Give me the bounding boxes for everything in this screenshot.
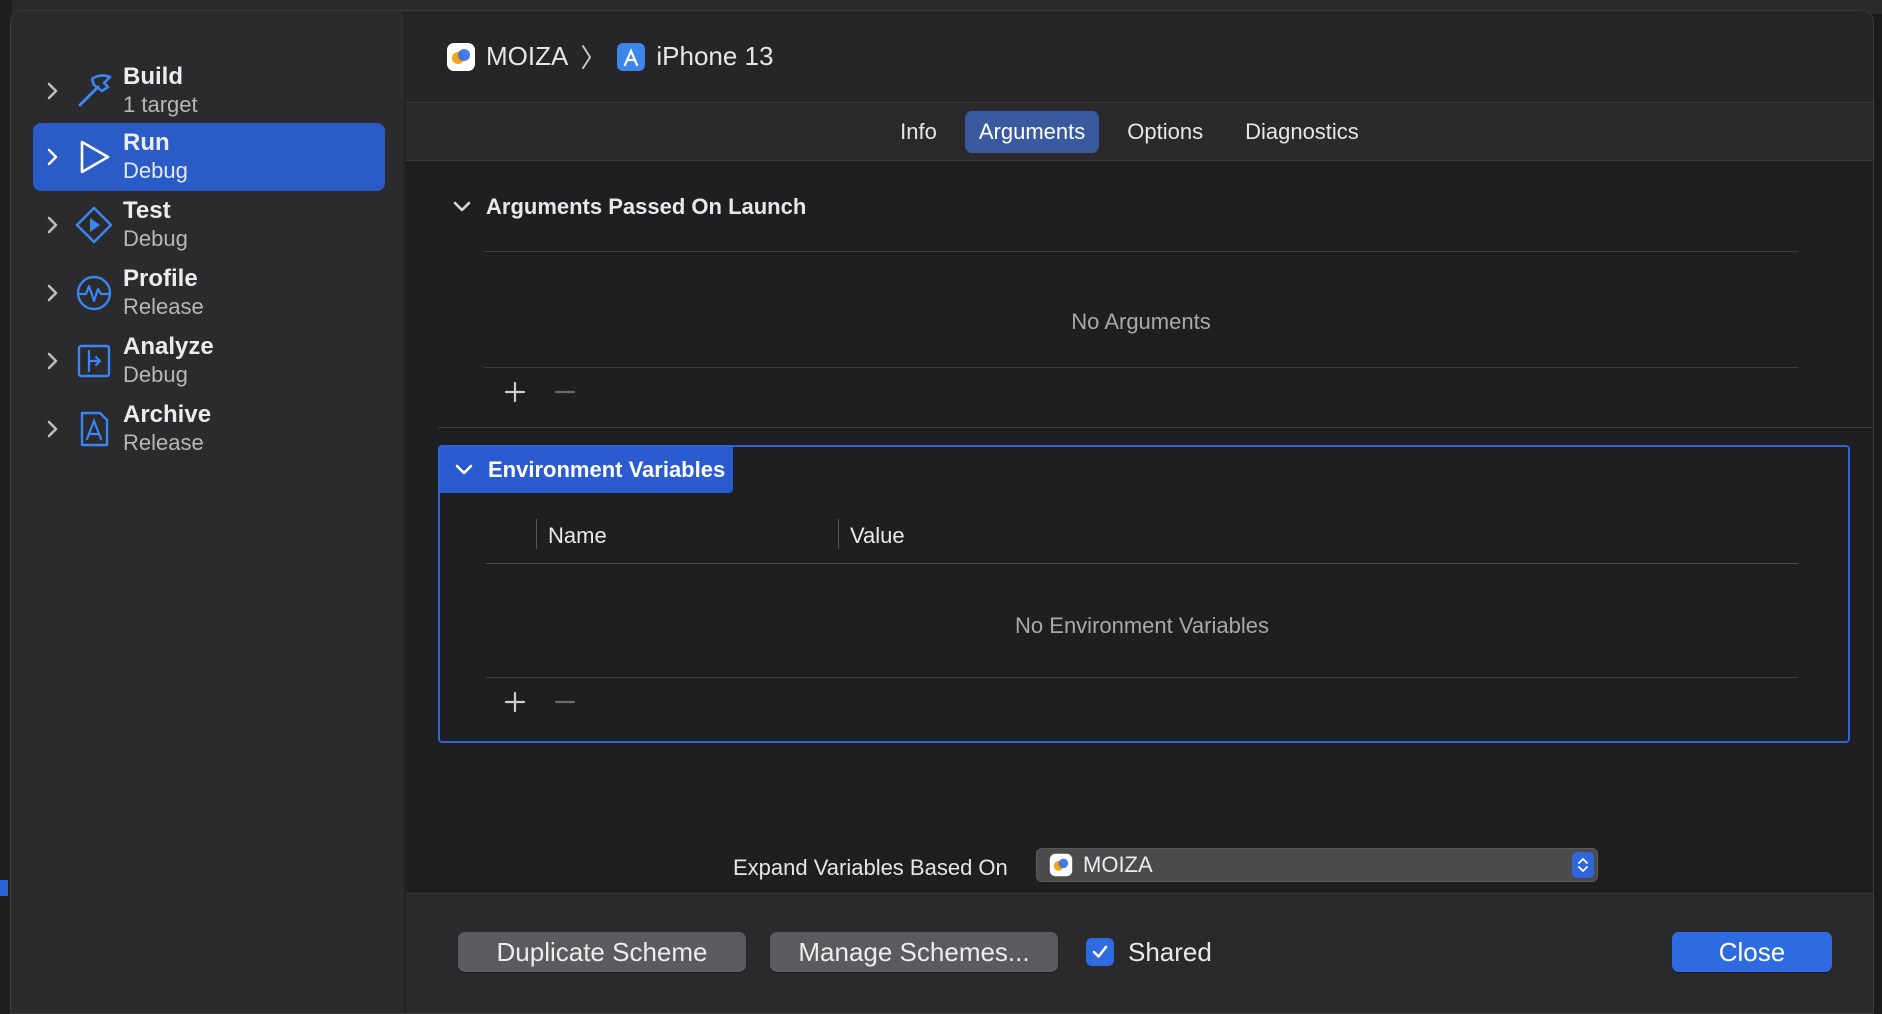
manage-schemes-button[interactable]: Manage Schemes... xyxy=(770,932,1058,972)
shared-checkbox[interactable] xyxy=(1086,938,1114,966)
project-app-icon xyxy=(1049,853,1073,877)
close-button[interactable]: Close xyxy=(1672,932,1832,972)
sidebar-item-subtitle: Debug xyxy=(123,362,188,387)
sidebar-item-title: Analyze xyxy=(123,333,214,360)
divider xyxy=(484,251,1798,252)
scheme-detail-panel: MOIZA 〉 iPhone 13 Info Arguments Options… xyxy=(406,11,1873,1013)
arguments-section-header[interactable]: Arguments Passed On Launch xyxy=(438,184,806,230)
sidebar-item-profile[interactable]: Profile Release xyxy=(33,259,385,327)
sidebar-item-archive[interactable]: Archive Release xyxy=(33,395,385,463)
breadcrumb: MOIZA 〉 iPhone 13 xyxy=(406,11,1873,103)
shared-checkbox-row[interactable]: Shared xyxy=(1086,932,1212,972)
env-section-header[interactable]: Environment Variables xyxy=(440,447,734,493)
divider xyxy=(438,427,1873,428)
remove-argument-button[interactable] xyxy=(550,377,580,407)
sidebar-item-build[interactable]: Build 1 target xyxy=(33,57,385,125)
sidebar-item-title: Build xyxy=(123,63,183,90)
breadcrumb-scheme[interactable]: MOIZA xyxy=(486,41,568,72)
tab-options[interactable]: Options xyxy=(1113,111,1217,153)
breadcrumb-destination[interactable]: iPhone 13 xyxy=(656,41,773,72)
arguments-section-title: Arguments Passed On Launch xyxy=(486,194,807,219)
remove-env-variable-button[interactable] xyxy=(550,687,580,717)
footer-bar: Duplicate Scheme Manage Schemes... Share… xyxy=(406,893,1873,1013)
sidebar-item-run[interactable]: Run Debug xyxy=(33,123,385,191)
sidebar-item-subtitle: 1 target xyxy=(123,92,198,117)
column-divider xyxy=(536,519,537,549)
play-icon xyxy=(73,136,115,178)
project-app-icon xyxy=(446,42,476,72)
add-env-variable-button[interactable] xyxy=(500,687,530,717)
popup-stepper-icon[interactable] xyxy=(1572,852,1594,878)
env-add-remove xyxy=(500,687,580,717)
chevron-right-icon[interactable] xyxy=(33,216,73,234)
divider xyxy=(486,677,1798,678)
sidebar-item-analyze[interactable]: Analyze Debug xyxy=(33,327,385,395)
app-store-icon xyxy=(616,42,646,72)
no-arguments-label: No Arguments xyxy=(1071,309,1211,334)
sidebar-item-test[interactable]: Test Debug xyxy=(33,191,385,259)
chevron-down-icon[interactable] xyxy=(438,201,486,213)
environment-variables-section: Environment Variables Name Value No Envi… xyxy=(438,445,1850,743)
profile-waveform-icon xyxy=(73,272,115,314)
hammer-icon xyxy=(73,70,115,112)
sidebar-item-title: Profile xyxy=(123,265,198,292)
chevron-right-icon[interactable] xyxy=(33,284,73,302)
column-header-value[interactable]: Value xyxy=(850,523,905,549)
chevron-right-icon[interactable] xyxy=(33,148,73,166)
breadcrumb-separator: 〉 xyxy=(580,43,607,73)
sidebar-item-subtitle: Debug xyxy=(123,158,188,183)
add-argument-button[interactable] xyxy=(500,377,530,407)
background-selection xyxy=(0,880,8,896)
tab-bar: Info Arguments Options Diagnostics xyxy=(406,103,1873,161)
sidebar-item-subtitle: Debug xyxy=(123,226,188,251)
scheme-editor-sheet: Build 1 target Run Debug Test Debug Prof… xyxy=(10,10,1874,1014)
tab-info[interactable]: Info xyxy=(886,111,951,153)
expand-variables-row: Expand Variables Based On MOIZA xyxy=(406,847,1873,887)
expand-variables-popup[interactable]: MOIZA xyxy=(1036,848,1598,882)
shared-label: Shared xyxy=(1128,936,1212,967)
column-header-name[interactable]: Name xyxy=(548,523,607,549)
chevron-right-icon[interactable] xyxy=(33,82,73,100)
no-environment-variables-label: No Environment Variables xyxy=(1015,613,1269,638)
tab-diagnostics[interactable]: Diagnostics xyxy=(1231,111,1373,153)
arguments-add-remove xyxy=(500,377,580,407)
sidebar-item-subtitle: Release xyxy=(123,430,204,455)
column-divider xyxy=(838,519,839,549)
chevron-right-icon[interactable] xyxy=(33,352,73,370)
tab-arguments[interactable]: Arguments xyxy=(964,110,1100,153)
chevron-down-icon[interactable] xyxy=(440,464,488,476)
chevron-right-icon[interactable] xyxy=(33,420,73,438)
sidebar-item-title: Archive xyxy=(123,401,212,428)
test-diamond-icon xyxy=(73,204,115,246)
analyze-icon xyxy=(73,340,115,382)
divider xyxy=(484,367,1798,368)
sidebar-item-subtitle: Release xyxy=(123,294,204,319)
archive-icon xyxy=(73,408,115,450)
expand-variables-value: MOIZA xyxy=(1083,852,1153,877)
duplicate-scheme-button[interactable]: Duplicate Scheme xyxy=(458,932,746,972)
sidebar-item-title: Run xyxy=(123,129,170,156)
sidebar-item-title: Test xyxy=(123,197,171,224)
scheme-actions-sidebar: Build 1 target Run Debug Test Debug Prof… xyxy=(11,11,405,1013)
divider xyxy=(486,563,1798,564)
env-section-title: Environment Variables xyxy=(488,457,726,482)
expand-variables-label: Expand Variables Based On xyxy=(733,855,1008,880)
